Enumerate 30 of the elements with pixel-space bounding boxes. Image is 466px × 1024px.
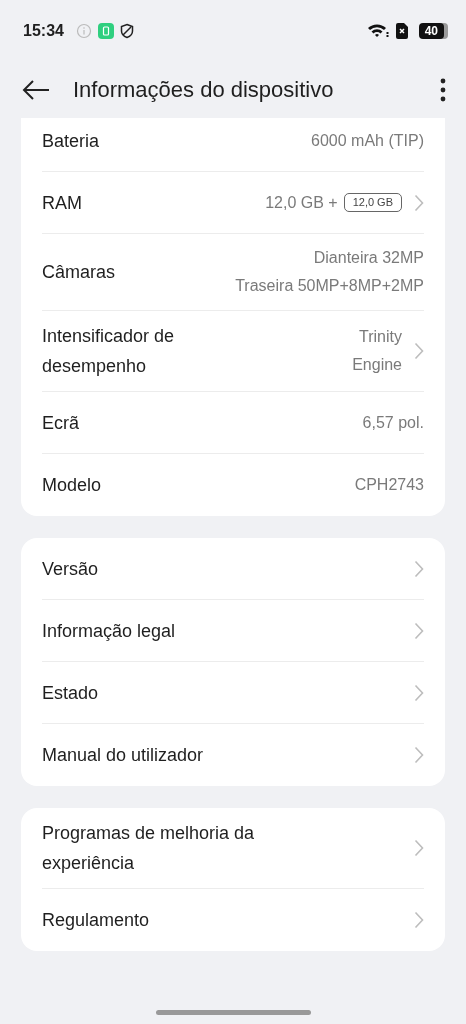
- more-options-button[interactable]: [440, 78, 446, 102]
- row-value: 12,0 GB +: [265, 192, 338, 213]
- row-value: 6000 mAh (TIP): [311, 130, 424, 151]
- row-value: Engine: [352, 355, 402, 375]
- row-label: Ecrã: [42, 411, 80, 435]
- row-label: Manual do utilizador: [42, 744, 205, 767]
- row-label: Informação legal: [42, 619, 177, 643]
- row-value: CPH2743: [354, 475, 424, 495]
- clock: 15:34: [23, 22, 64, 40]
- row-label: Programas de melhoria da experiência: [42, 822, 256, 875]
- shield-icon: [119, 23, 134, 39]
- wifi-icon: [366, 23, 389, 39]
- row-label: Regulamento: [42, 909, 151, 932]
- row-label: Estado: [42, 681, 100, 705]
- page-title: Informações do dispositivo: [73, 77, 335, 103]
- row-label: Câmaras: [42, 261, 117, 284]
- row-value: Dianteira 32MP: [313, 248, 424, 268]
- battery-saver-icon: [97, 23, 114, 39]
- no-sim-icon: [394, 22, 409, 40]
- row-label: RAM: [42, 191, 83, 215]
- row-value: 6,57 pol.: [362, 412, 424, 433]
- row-value: Trinity: [359, 327, 402, 347]
- row-label: Bateria: [42, 129, 101, 153]
- back-button[interactable]: [22, 80, 50, 100]
- row-label: Versão: [42, 557, 100, 581]
- row-value: Traseira 50MP+8MP+2MP: [235, 276, 424, 296]
- info-icon: [75, 23, 92, 39]
- row-label: Intensificador de desempenho: [42, 325, 176, 378]
- row-label: Modelo: [42, 474, 103, 497]
- ram-extension-badge: 12,0 GB: [343, 193, 402, 212]
